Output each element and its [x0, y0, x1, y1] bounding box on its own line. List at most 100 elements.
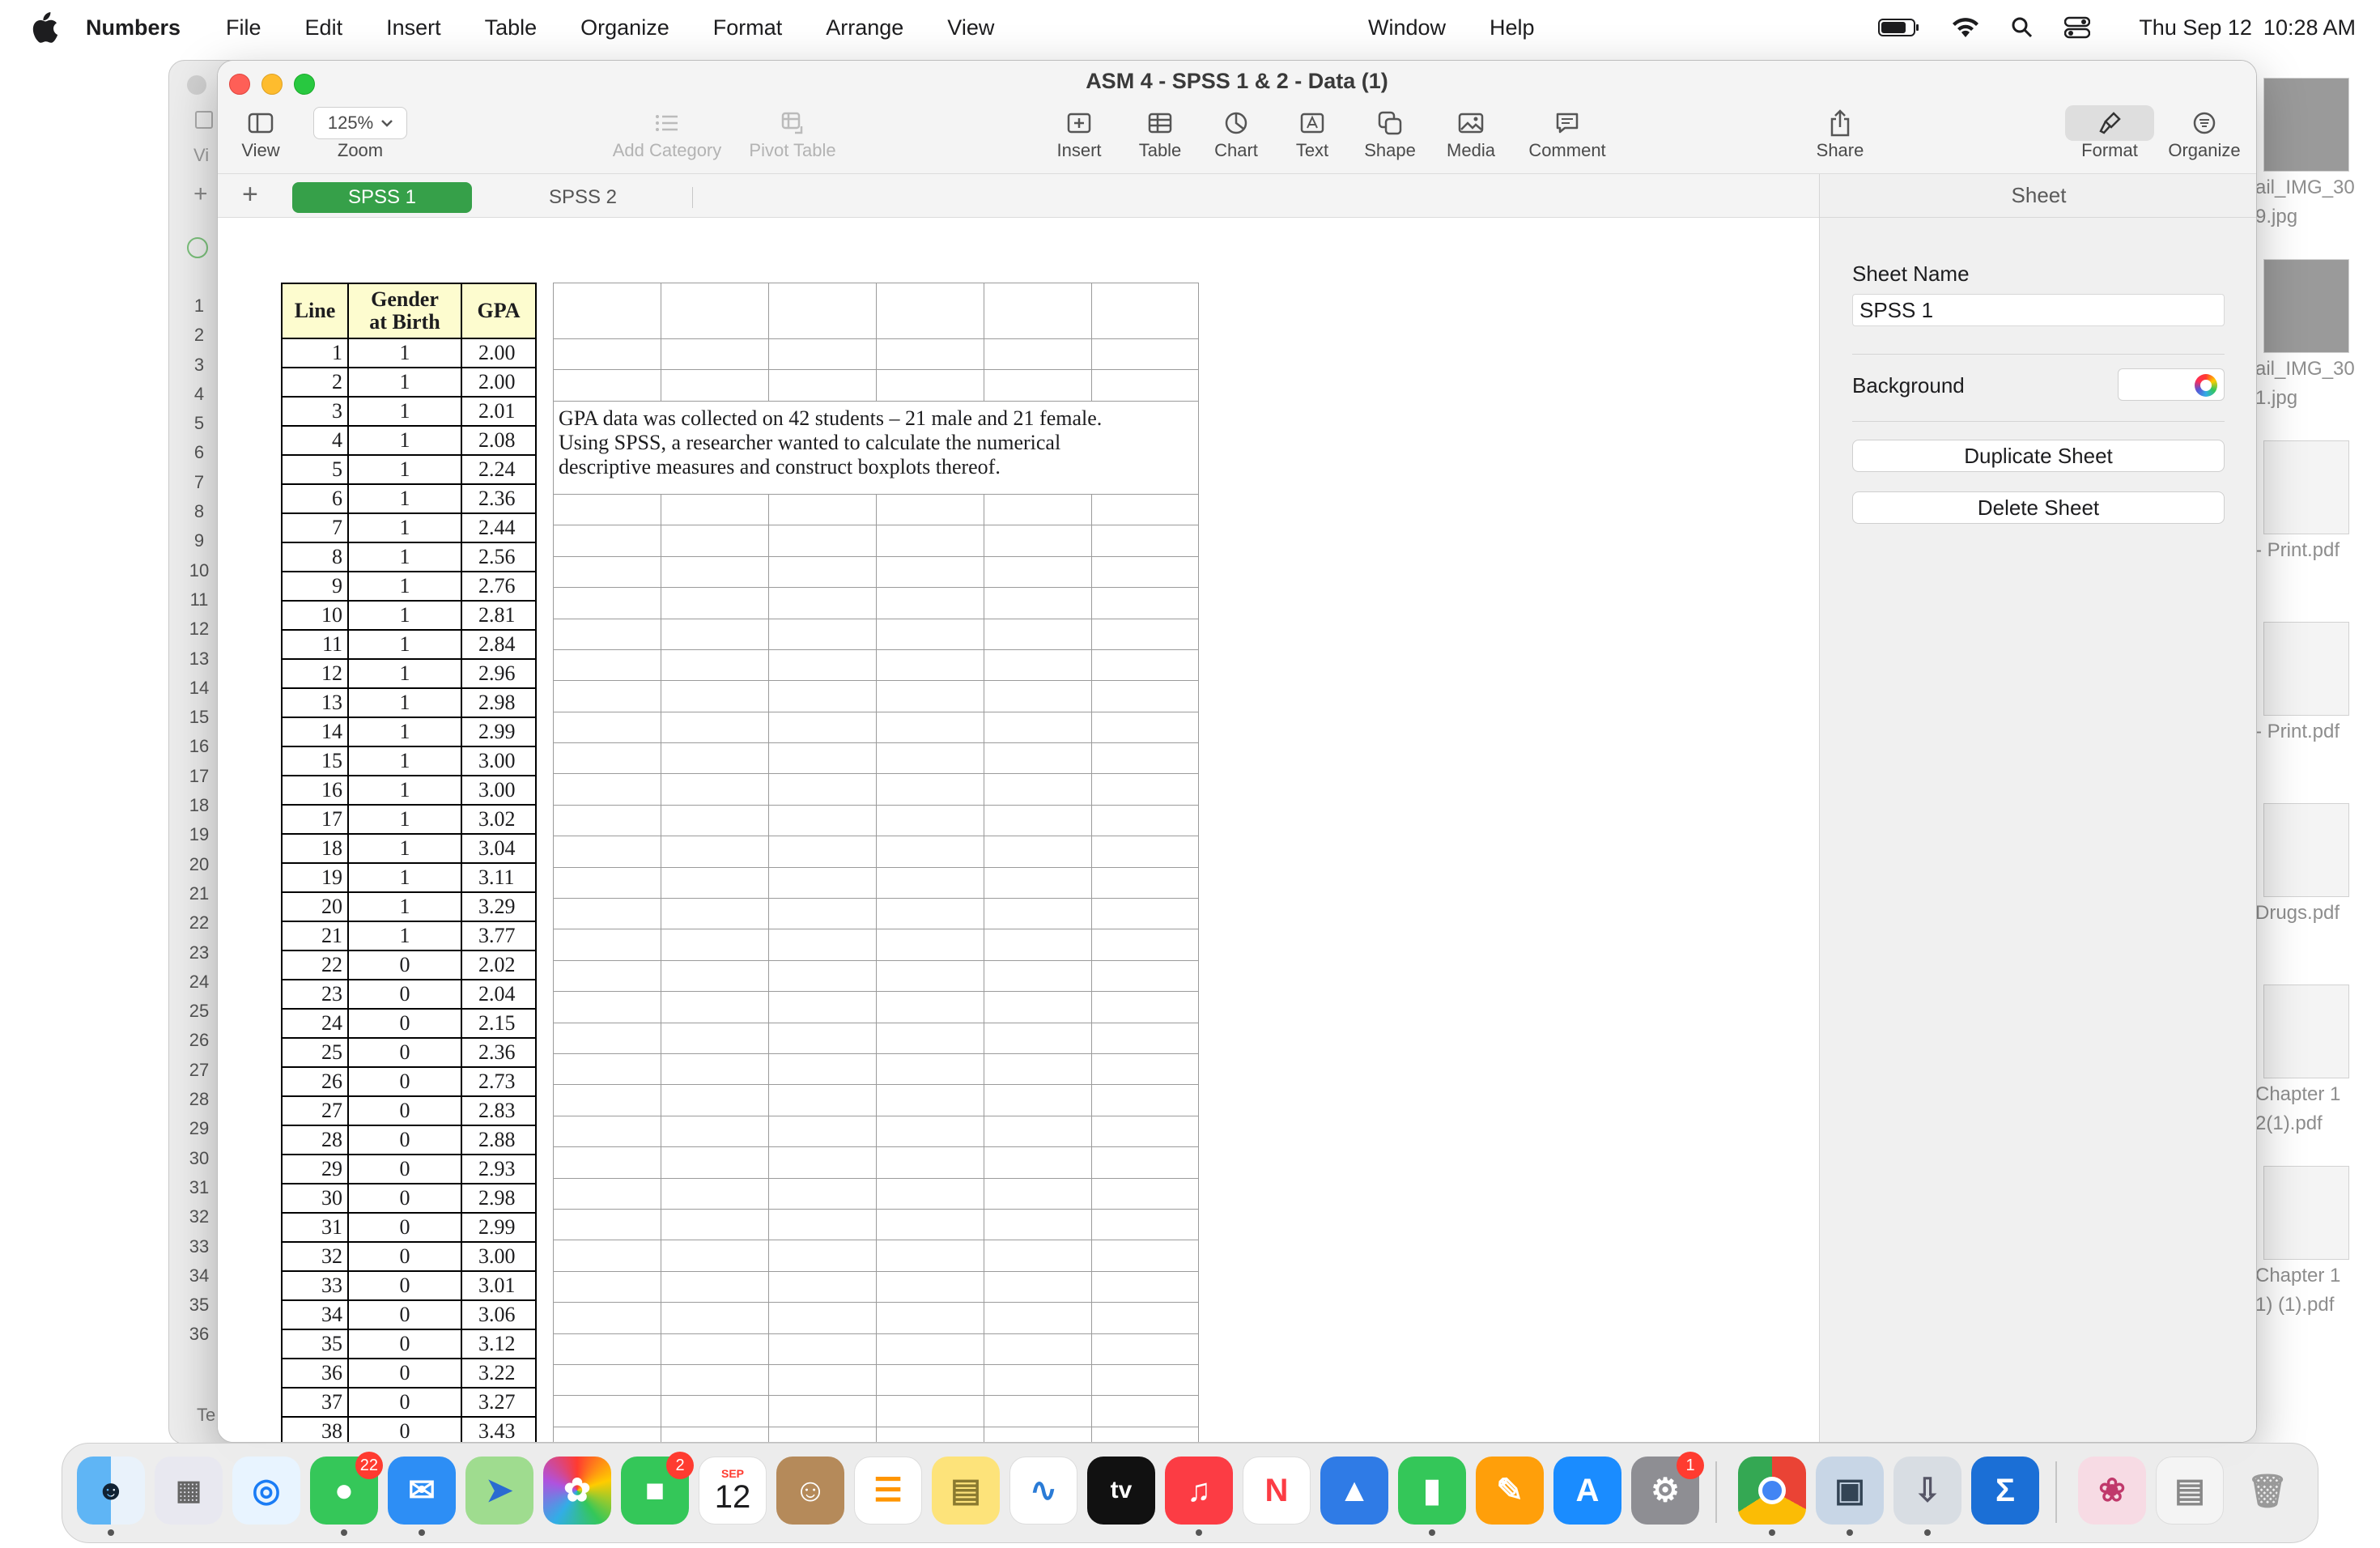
- cell-line[interactable]: 28: [281, 1125, 349, 1155]
- cell-line[interactable]: 36: [281, 1358, 349, 1389]
- empty-cell[interactable]: [661, 1333, 768, 1364]
- cell-gender[interactable]: 1: [347, 367, 462, 398]
- empty-cell[interactable]: [984, 774, 1091, 805]
- empty-cell[interactable]: [876, 1116, 984, 1147]
- empty-cell[interactable]: [984, 556, 1091, 588]
- empty-cell[interactable]: [553, 960, 661, 992]
- empty-cell[interactable]: [768, 1240, 876, 1271]
- numbers-icon[interactable]: ▮: [1398, 1457, 1466, 1536]
- mail-icon[interactable]: ✉: [388, 1457, 456, 1536]
- empty-cell[interactable]: [768, 867, 876, 899]
- empty-cell[interactable]: [553, 283, 661, 338]
- control-center-icon[interactable]: [2064, 16, 2091, 39]
- empty-cell[interactable]: [876, 1364, 984, 1396]
- empty-cell[interactable]: [768, 1209, 876, 1240]
- empty-cell[interactable]: [1091, 743, 1199, 774]
- empty-cell[interactable]: [661, 960, 768, 992]
- cell-line[interactable]: 24: [281, 1008, 349, 1039]
- empty-cell[interactable]: [876, 743, 984, 774]
- cell-gpa[interactable]: 2.01: [461, 396, 537, 427]
- empty-cell[interactable]: [661, 805, 768, 836]
- empty-cell[interactable]: [661, 370, 768, 401]
- empty-cell[interactable]: [553, 525, 661, 556]
- table-row[interactable]: 6 1 2.36: [281, 483, 537, 514]
- share-button[interactable]: Share: [1809, 106, 1871, 161]
- cell-gpa[interactable]: 2.98: [461, 1183, 537, 1214]
- cell-line[interactable]: 16: [281, 775, 349, 806]
- table-row[interactable]: 33 0 3.01: [281, 1270, 537, 1301]
- cell-gender[interactable]: 0: [347, 1154, 462, 1184]
- cell-line[interactable]: 7: [281, 512, 349, 543]
- empty-cell[interactable]: [553, 1427, 661, 1442]
- empty-cell[interactable]: [661, 836, 768, 867]
- desktop-file[interactable]: - Print.pdf: [2255, 622, 2380, 745]
- facetime-icon[interactable]: ■ 2: [621, 1452, 694, 1525]
- cell-line[interactable]: 8: [281, 542, 349, 572]
- empty-cell[interactable]: [984, 1178, 1091, 1209]
- empty-cell[interactable]: [876, 774, 984, 805]
- table-row[interactable]: 21 1 3.77: [281, 921, 537, 951]
- empty-cell[interactable]: [1091, 1147, 1199, 1178]
- empty-cell[interactable]: [768, 805, 876, 836]
- cell-gpa[interactable]: 3.00: [461, 775, 537, 806]
- cell-line[interactable]: 22: [281, 950, 349, 980]
- empty-cell[interactable]: [876, 960, 984, 992]
- empty-cell[interactable]: [876, 1053, 984, 1085]
- empty-cell[interactable]: [876, 1178, 984, 1209]
- menu-view[interactable]: View: [947, 15, 994, 40]
- table-row[interactable]: 36 0 3.22: [281, 1358, 537, 1389]
- sheet-canvas[interactable]: Line Gender at Birth GPA 1 1 2.00 2 1 2.00 3 1 2…: [218, 218, 1819, 1442]
- empty-cell[interactable]: [1091, 649, 1199, 681]
- empty-cell[interactable]: [876, 1303, 984, 1333]
- empty-cell[interactable]: [553, 1085, 661, 1116]
- empty-cell[interactable]: [661, 1303, 768, 1333]
- empty-cell[interactable]: [768, 1333, 876, 1364]
- installer-icon[interactable]: ⇩: [1893, 1457, 1961, 1536]
- empty-cell[interactable]: [984, 960, 1091, 992]
- empty-cell[interactable]: [984, 1116, 1091, 1147]
- table-row[interactable]: 5 1 2.24: [281, 454, 537, 485]
- empty-cell[interactable]: [768, 619, 876, 649]
- empty-cell[interactable]: [984, 649, 1091, 681]
- empty-cell[interactable]: [553, 774, 661, 805]
- empty-cell[interactable]: [553, 649, 661, 681]
- menu-clock[interactable]: Thu Sep 12 10:28 AM: [2127, 15, 2356, 40]
- empty-cell[interactable]: [553, 1053, 661, 1085]
- empty-cell[interactable]: [984, 805, 1091, 836]
- empty-cell[interactable]: [984, 899, 1091, 929]
- table-row[interactable]: 12 1 2.96: [281, 658, 537, 689]
- empty-cell[interactable]: [768, 836, 876, 867]
- desktop-file[interactable]: Chapter 1 2(1).pdf: [2255, 985, 2380, 1137]
- cell-gender[interactable]: 0: [347, 1095, 462, 1126]
- empty-cell[interactable]: [876, 712, 984, 743]
- cell-gpa[interactable]: 2.81: [461, 600, 537, 631]
- empty-cell[interactable]: [553, 1396, 661, 1427]
- cell-gender[interactable]: 0: [347, 1358, 462, 1389]
- empty-cell[interactable]: [553, 339, 661, 370]
- empty-cell[interactable]: [984, 1240, 1091, 1271]
- table-row[interactable]: 10 1 2.81: [281, 600, 537, 631]
- cell-gpa[interactable]: 2.84: [461, 629, 537, 660]
- table-row[interactable]: 29 0 2.93: [281, 1154, 537, 1184]
- cell-gpa[interactable]: 2.08: [461, 425, 537, 456]
- empty-cell[interactable]: [553, 992, 661, 1023]
- empty-cell[interactable]: [768, 743, 876, 774]
- recent-document-icon[interactable]: ❀: [2078, 1457, 2146, 1525]
- cell-line[interactable]: 10: [281, 600, 349, 631]
- empty-cell[interactable]: [661, 867, 768, 899]
- empty-cell[interactable]: [768, 681, 876, 712]
- empty-cell[interactable]: [768, 339, 876, 370]
- cell-gpa[interactable]: 3.27: [461, 1387, 537, 1418]
- cell-line[interactable]: 35: [281, 1329, 349, 1359]
- cell-gender[interactable]: 0: [347, 950, 462, 980]
- cell-gpa[interactable]: 2.99: [461, 717, 537, 747]
- empty-cell[interactable]: [1091, 1178, 1199, 1209]
- table-row[interactable]: 8 1 2.56: [281, 542, 537, 572]
- empty-cell[interactable]: [876, 283, 984, 338]
- cell-gender[interactable]: 1: [347, 483, 462, 514]
- empty-cell[interactable]: [768, 494, 876, 525]
- cell-gpa[interactable]: 3.22: [461, 1358, 537, 1389]
- empty-cell[interactable]: [876, 1333, 984, 1364]
- description-text-box[interactable]: GPA data was collected on 42 students – …: [553, 401, 1199, 495]
- empty-cell[interactable]: [553, 1209, 661, 1240]
